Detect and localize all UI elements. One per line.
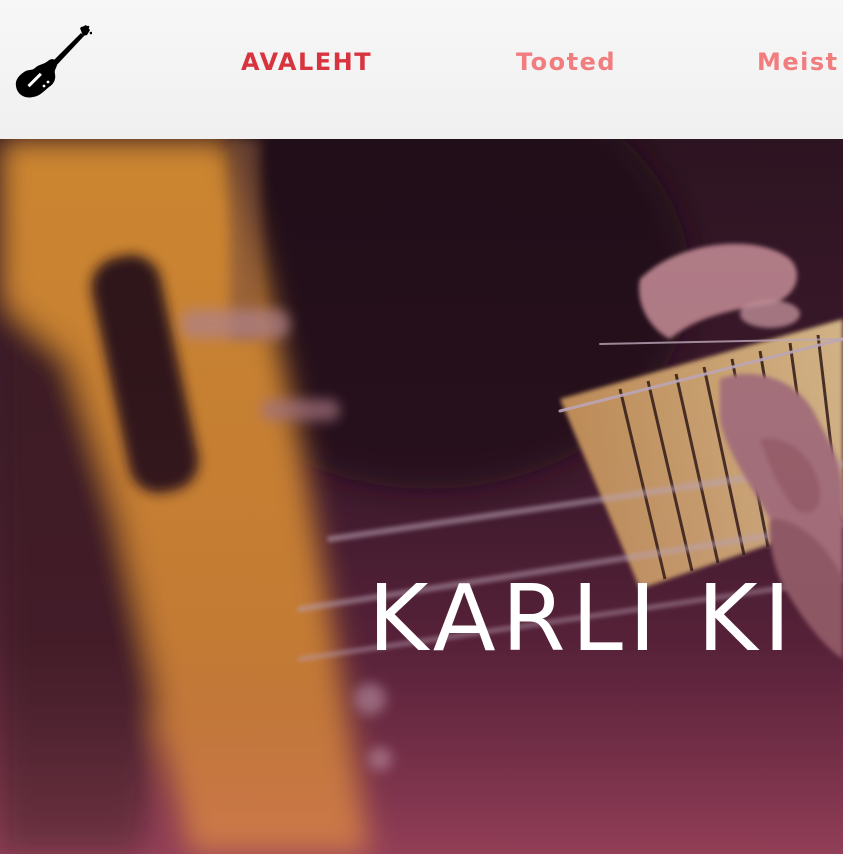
page: AVALEHT Tooted Meist KARLI KI xyxy=(0,0,843,854)
guitar-icon xyxy=(15,25,93,98)
logo-link[interactable] xyxy=(14,24,93,100)
hero-title: KARLI KI xyxy=(368,565,797,672)
nav-about[interactable]: Meist xyxy=(757,46,839,78)
hero-section: KARLI KI xyxy=(0,139,843,854)
nav-home[interactable]: AVALEHT xyxy=(241,46,372,78)
hero-guitar-photo xyxy=(0,139,843,854)
site-header: AVALEHT Tooted Meist xyxy=(0,0,843,139)
nav-products[interactable]: Tooted xyxy=(516,46,616,78)
